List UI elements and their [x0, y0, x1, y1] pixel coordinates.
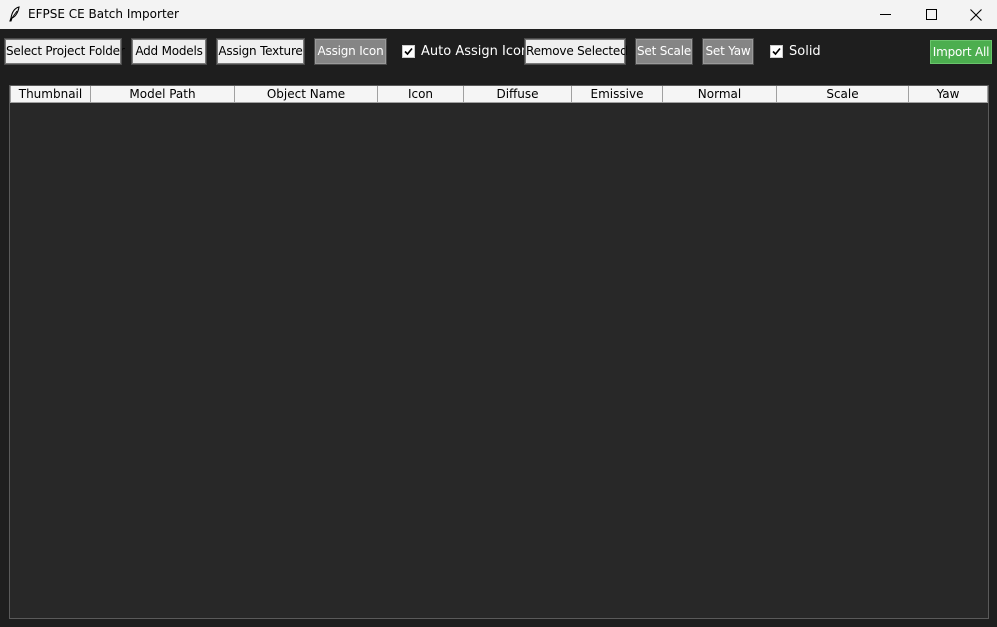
window-title: EFPSE CE Batch Importer: [28, 7, 179, 21]
column-header-model-path[interactable]: Model Path: [90, 86, 235, 103]
set-yaw-button[interactable]: Set Yaw: [702, 38, 754, 65]
maximize-icon: [925, 9, 937, 20]
column-header-diffuse[interactable]: Diffuse: [463, 86, 572, 103]
title-bar: EFPSE CE Batch Importer: [0, 0, 997, 29]
solid-checkbox[interactable]: Solid: [770, 44, 821, 59]
assign-icon-button[interactable]: Assign Icon: [314, 38, 387, 65]
toolbar: Select Project Folder Add Models Assign …: [0, 29, 997, 75]
column-header-emissive[interactable]: Emissive: [571, 86, 663, 103]
checkbox-box[interactable]: [770, 45, 783, 58]
import-all-button[interactable]: Import All: [930, 40, 992, 64]
assign-texture-button[interactable]: Assign Texture: [216, 38, 305, 65]
close-icon: [970, 8, 982, 21]
column-header-scale[interactable]: Scale: [776, 86, 909, 103]
set-scale-button[interactable]: Set Scale: [635, 38, 693, 65]
models-table[interactable]: Thumbnail Model Path Object Name Icon Di…: [9, 85, 989, 619]
feather-icon: [9, 6, 20, 22]
add-models-button[interactable]: Add Models: [131, 38, 207, 65]
minimize-button[interactable]: [862, 0, 908, 29]
checkmark-icon: [772, 47, 781, 56]
solid-label: Solid: [789, 44, 821, 59]
auto-assign-icon-checkbox[interactable]: Auto Assign Icon: [402, 44, 529, 59]
remove-selected-button[interactable]: Remove Selected: [524, 38, 628, 65]
column-header-normal[interactable]: Normal: [662, 86, 777, 103]
column-header-object-name[interactable]: Object Name: [234, 86, 378, 103]
checkmark-icon: [404, 47, 413, 56]
table-body[interactable]: [10, 103, 988, 618]
app-window: EFPSE CE Batch Importer Select Project F…: [0, 0, 997, 627]
column-header-icon[interactable]: Icon: [377, 86, 464, 103]
maximize-button[interactable]: [908, 0, 954, 29]
auto-assign-icon-label: Auto Assign Icon: [421, 44, 530, 59]
column-header-thumbnail[interactable]: Thumbnail: [10, 86, 91, 103]
minimize-icon: [879, 14, 891, 15]
column-header-yaw[interactable]: Yaw: [908, 86, 988, 103]
close-button[interactable]: [953, 0, 997, 29]
table-header: Thumbnail Model Path Object Name Icon Di…: [10, 86, 988, 103]
select-project-folder-button[interactable]: Select Project Folder: [4, 38, 125, 65]
checkbox-box[interactable]: [402, 45, 415, 58]
